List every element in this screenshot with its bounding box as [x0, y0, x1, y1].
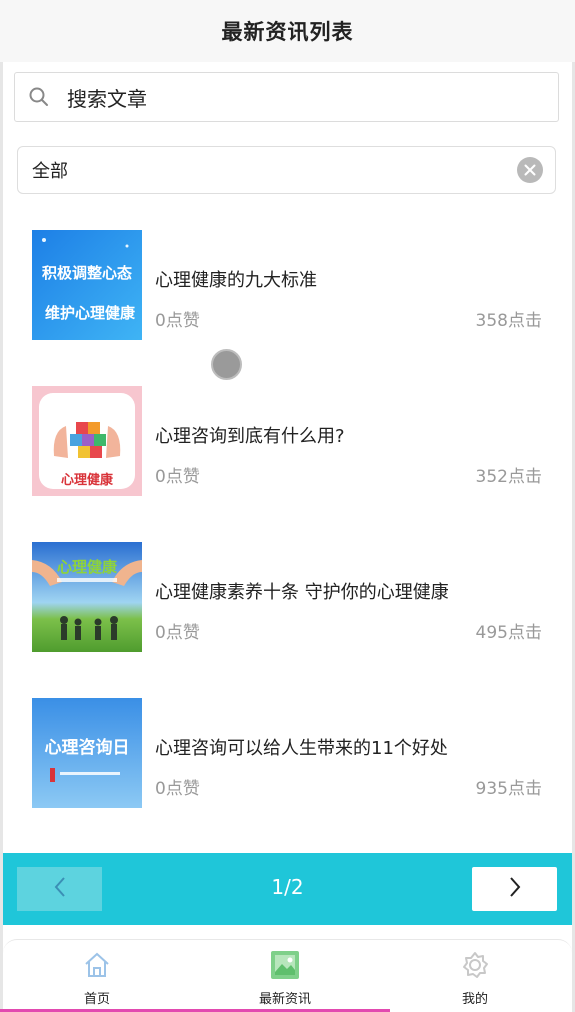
thumb-text: 心理健康 [57, 558, 118, 576]
search-input[interactable]: 搜索文章 [14, 72, 559, 122]
chevron-right-icon [508, 876, 522, 902]
article-title[interactable]: 心理健康的九大标准 [155, 266, 317, 292]
thumb-text-line2: 维护心理健康 [45, 304, 136, 322]
article-likes: 0点赞 [155, 779, 200, 799]
page-title: 最新资讯列表 [221, 20, 354, 44]
article-clicks: 352点击 [475, 467, 542, 487]
bottom-tab-bar: 首页 最新资讯 我的 [3, 939, 572, 1009]
touch-cursor-indicator [211, 349, 242, 380]
pagination-bar: 1/2 [3, 853, 572, 925]
clear-circle-icon[interactable] [517, 157, 543, 183]
thumb-text-line1: 积极调整心态 [42, 264, 132, 282]
header-bar: 最新资讯列表 [0, 0, 575, 62]
article-clicks: 495点击 [475, 623, 542, 643]
article-thumbnail: 积极调整心态 维护心理健康 [32, 230, 142, 340]
search-icon [15, 73, 63, 121]
article-thumbnail: 心理健康 [32, 542, 142, 652]
tab-news[interactable]: 最新资讯 [225, 948, 345, 1007]
home-icon [37, 948, 157, 982]
tab-label: 首页 [83, 992, 110, 1007]
list-item[interactable]: 心理健康 心理健康素养十条 守护你的心理健康 0点赞 495点击 [0, 524, 575, 680]
article-thumbnail: 心理咨询日 [32, 698, 142, 808]
article-thumbnail: 心理健康 [32, 386, 142, 496]
search-placeholder: 搜索文章 [67, 86, 147, 111]
article-likes: 0点赞 [155, 311, 200, 331]
list-item[interactable]: 积极调整心态 维护心理健康 心理健康的九大标准 0点赞 358点击 [0, 212, 575, 368]
image-icon [225, 948, 345, 982]
article-likes: 0点赞 [155, 623, 200, 643]
tab-mine[interactable]: 我的 [415, 948, 535, 1007]
next-page-button[interactable] [472, 867, 557, 911]
filter-value: 全部 [32, 161, 68, 182]
article-clicks: 935点击 [475, 779, 542, 799]
article-title[interactable]: 心理咨询可以给人生带来的11个好处 [155, 734, 448, 760]
tab-home[interactable]: 首页 [37, 948, 157, 1007]
thumb-text: 心理咨询日 [45, 737, 130, 758]
article-likes: 0点赞 [155, 467, 200, 487]
list-item[interactable]: 心理咨询日 心理咨询可以给人生带来的11个好处 0点赞 935点击 [0, 680, 575, 836]
category-filter[interactable]: 全部 [17, 146, 556, 194]
tab-label: 我的 [461, 992, 488, 1007]
article-title[interactable]: 心理咨询到底有什么用? [155, 422, 345, 448]
list-item[interactable]: 心理健康 心理咨询到底有什么用? 0点赞 352点击 [0, 368, 575, 524]
tab-label: 最新资讯 [258, 992, 311, 1007]
thumb-text: 心理健康 [61, 472, 114, 488]
gear-icon [415, 948, 535, 982]
article-clicks: 358点击 [475, 311, 542, 331]
article-title[interactable]: 心理健康素养十条 守护你的心理健康 [155, 578, 449, 604]
